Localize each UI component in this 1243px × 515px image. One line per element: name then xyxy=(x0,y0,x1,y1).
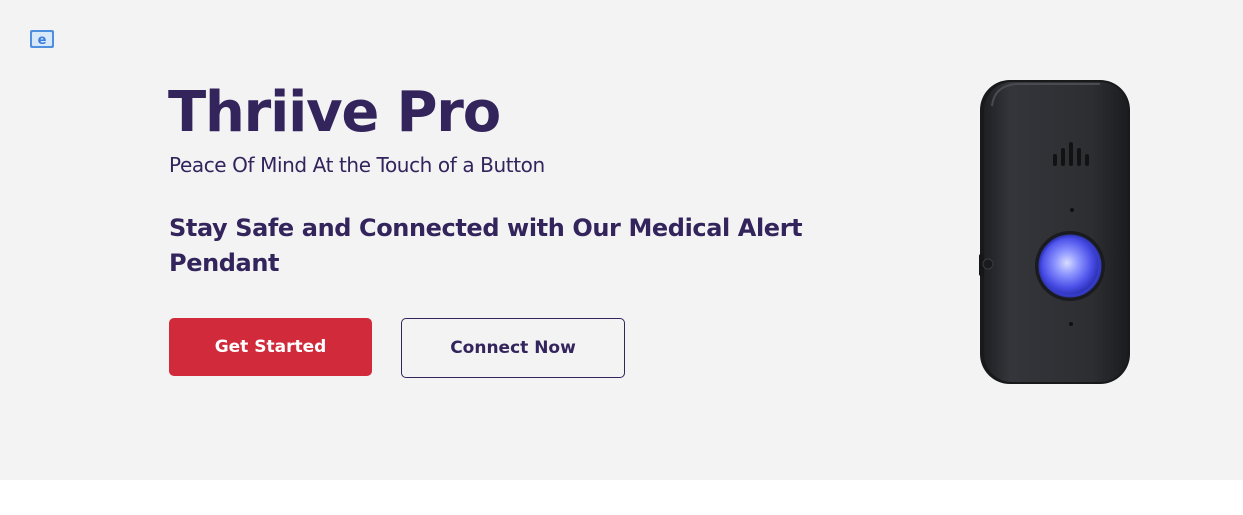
get-started-button[interactable]: Get Started xyxy=(169,318,372,376)
page-title: Thriive Pro xyxy=(168,80,501,145)
e-logo-icon[interactable]: e xyxy=(30,30,54,48)
hero-subtitle: Peace Of Mind At the Touch of a Button xyxy=(169,153,545,177)
hero-tagline: Stay Safe and Connected with Our Medical… xyxy=(169,214,803,277)
connect-now-button[interactable]: Connect Now xyxy=(401,318,625,378)
medical-alert-pendant-image xyxy=(979,80,1130,384)
svg-text:e: e xyxy=(38,33,47,48)
hero-section: e Thriive Pro Peace Of Mind At the Touch… xyxy=(0,0,1243,480)
